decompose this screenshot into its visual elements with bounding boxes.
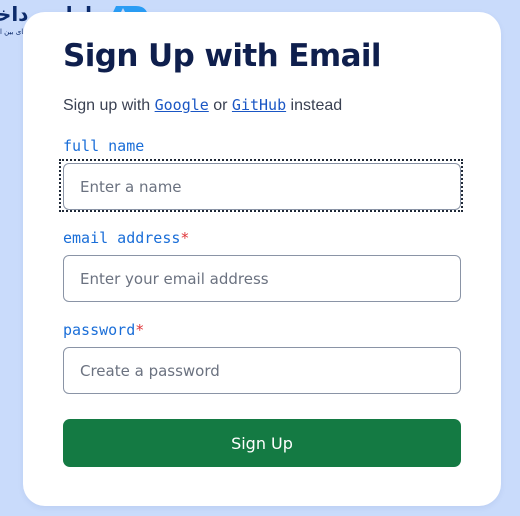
email-label-text: email address (63, 229, 181, 247)
name-label-text: full name (63, 137, 145, 155)
subtitle-connector: or (208, 97, 232, 114)
page-title: Sign Up with Email (63, 38, 382, 74)
subtitle-prefix: Sign up with (63, 97, 155, 114)
password-label-text: password (63, 321, 136, 339)
github-signup-link[interactable]: GitHub (232, 96, 286, 114)
password-label: password* (63, 321, 144, 339)
email-label: email address* (63, 229, 189, 247)
password-required-marker: * (135, 321, 145, 339)
name-label: full name (63, 137, 144, 155)
sign-up-button[interactable]: Sign Up (63, 419, 461, 467)
password-input[interactable] (63, 347, 461, 394)
email-input[interactable] (63, 255, 461, 302)
google-signup-link[interactable]: Google (155, 96, 209, 114)
name-input[interactable] (63, 163, 461, 210)
subtitle-suffix: instead (286, 97, 343, 114)
email-required-marker: * (180, 229, 190, 247)
signup-alternatives: Sign up with Google or GitHub instead (63, 96, 342, 115)
